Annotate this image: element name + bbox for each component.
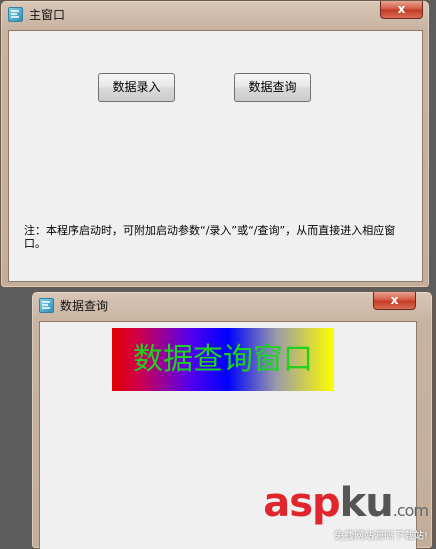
- watermark-logo-com: .com: [392, 501, 429, 520]
- watermark-logo: aspku.com: [263, 480, 429, 531]
- main-window-titlebar[interactable]: 主窗口 x: [1, 1, 429, 30]
- watermark-logo-ku: ku: [339, 480, 394, 526]
- query-window-close-button[interactable]: x: [373, 292, 416, 310]
- close-icon: x: [397, 2, 406, 16]
- desktop: 主窗口 x 数据录入 数据查询 注：本程序启动时，可附加启动参数“/录入”或“/…: [0, 0, 436, 549]
- app-icon: [39, 298, 54, 313]
- query-window-title: 数据查询: [60, 299, 109, 313]
- query-window-titlebar[interactable]: 数据查询 x: [32, 292, 432, 321]
- watermark-logo-asp: asp: [263, 480, 340, 526]
- startup-note: 注：本程序启动时，可附加启动参数“/录入”或“/查询”，从而直接进入相应窗口。: [24, 224, 396, 250]
- app-icon: [8, 7, 23, 22]
- main-window-close-button[interactable]: x: [380, 1, 423, 19]
- data-query-button[interactable]: 数据查询: [234, 73, 311, 102]
- close-icon: x: [390, 293, 399, 307]
- watermark-subtitle: 免费网站源码下载站!: [333, 531, 428, 542]
- data-entry-button[interactable]: 数据录入: [98, 73, 175, 102]
- main-window: 主窗口 x 数据录入 数据查询 注：本程序启动时，可附加启动参数“/录入”或“/…: [0, 0, 430, 288]
- main-window-client: 数据录入 数据查询 注：本程序启动时，可附加启动参数“/录入”或“/查询”，从而…: [8, 30, 423, 282]
- main-window-title: 主窗口: [29, 8, 66, 22]
- query-window-banner: 数据查询窗口: [112, 328, 334, 391]
- site-watermark: aspku.com 免费网站源码下载站!: [263, 480, 429, 543]
